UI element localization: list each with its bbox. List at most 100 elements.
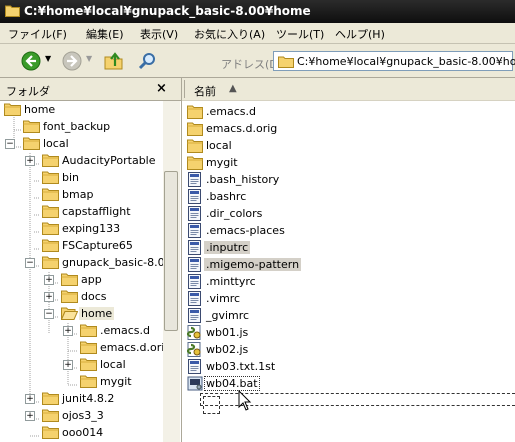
tree-item-label: capstafflight bbox=[62, 205, 131, 218]
menu-tools[interactable]: ツール(T) bbox=[276, 26, 324, 42]
file-icon bbox=[188, 274, 201, 289]
close-icon[interactable]: × bbox=[156, 81, 167, 96]
folder-icon bbox=[61, 307, 78, 320]
file-name: wb04.bat bbox=[204, 376, 260, 391]
folder-icon bbox=[42, 392, 59, 405]
folder-pane-scrollbar[interactable] bbox=[163, 101, 180, 442]
tree-item-label: emacs.d.orig bbox=[100, 341, 163, 354]
file-icon bbox=[188, 206, 201, 221]
tree-item-label: AudacityPortable bbox=[62, 154, 156, 167]
menu-edit[interactable]: 編集(E) bbox=[86, 26, 124, 42]
tree-item-label: bin bbox=[62, 171, 80, 184]
folder-icon bbox=[42, 171, 59, 184]
file-name: wb02.js bbox=[206, 343, 249, 356]
tree-item-label: ojos3_3 bbox=[62, 409, 104, 422]
search-icon[interactable] bbox=[137, 50, 157, 72]
bat-icon bbox=[187, 376, 203, 391]
collapse-icon[interactable]: − bbox=[25, 258, 35, 268]
folder-icon bbox=[187, 156, 203, 170]
menu-file[interactable]: ファイル(F) bbox=[8, 26, 67, 42]
folder-icon bbox=[42, 222, 59, 235]
title-bar: C:¥home¥local¥gnupack_basic-8.00¥home bbox=[0, 0, 515, 23]
collapse-icon[interactable]: − bbox=[44, 309, 54, 319]
file-name: wb03.txt.1st bbox=[206, 360, 276, 373]
expand-icon[interactable]: + bbox=[44, 292, 54, 302]
script-icon bbox=[187, 342, 201, 357]
folder-icon bbox=[187, 122, 203, 136]
menu-bar: ファイル(F) 編集(E) 表示(V) お気に入り(A) ツール(T) ヘルプ(… bbox=[0, 23, 515, 44]
file-icon bbox=[188, 172, 201, 187]
tree-item-label: home bbox=[79, 307, 115, 320]
file-name: local bbox=[206, 139, 232, 152]
window-title: C:¥home¥local¥gnupack_basic-8.00¥home bbox=[24, 4, 311, 18]
file-icon bbox=[188, 223, 201, 238]
menu-view[interactable]: 表示(V) bbox=[140, 26, 178, 42]
drag-outline-icon bbox=[203, 396, 220, 414]
column-header-name[interactable]: 名前 ▲ bbox=[182, 78, 515, 101]
tree-item-label: mygit bbox=[100, 375, 132, 388]
sort-ascending-icon: ▲ bbox=[229, 83, 237, 94]
file-list-pane: 名前 ▲ .emacs.d emacs.d.orig local mygit .bash… bbox=[182, 78, 515, 442]
file-name: .emacs.d bbox=[206, 105, 256, 118]
folder-icon bbox=[80, 375, 97, 388]
menu-help[interactable]: ヘルプ(H) bbox=[335, 26, 385, 42]
file-name: .minttyrc bbox=[206, 275, 256, 288]
folder-icon bbox=[42, 154, 59, 167]
folder-icon bbox=[23, 120, 40, 133]
folder-icon bbox=[80, 341, 97, 354]
expand-icon[interactable]: + bbox=[63, 360, 73, 370]
tree-item-label: .emacs.d bbox=[100, 324, 150, 337]
tree-item-label: home bbox=[24, 103, 56, 116]
address-input[interactable]: C:¥home¥local¥gnupack_basic-8.00¥home bbox=[273, 51, 515, 71]
folder-icon bbox=[42, 188, 59, 201]
file-name: .inputrc bbox=[204, 241, 251, 254]
tree-item-label: FSCapture65 bbox=[62, 239, 133, 252]
expand-icon[interactable]: + bbox=[25, 156, 35, 166]
file-icon bbox=[188, 189, 201, 204]
file-icon bbox=[188, 240, 201, 255]
menu-favorites[interactable]: お気に入り(A) bbox=[194, 26, 265, 42]
folder-pane: フォルダ × home font_backup − local + AudacityPor… bbox=[0, 78, 182, 442]
forward-dropdown-icon[interactable]: ▼ bbox=[86, 54, 92, 76]
file-name: .bashrc bbox=[206, 190, 247, 203]
collapse-icon[interactable]: − bbox=[5, 139, 15, 149]
folder-icon bbox=[80, 324, 97, 337]
back-dropdown-icon[interactable]: ▼ bbox=[45, 54, 51, 76]
tree-lines bbox=[13, 113, 77, 437]
expand-icon[interactable]: + bbox=[63, 326, 73, 336]
toolbar: ▼ ▼ アドレス(D) C:¥home¥local¥gnupack_basic-… bbox=[0, 44, 515, 78]
folder-icon bbox=[42, 239, 59, 252]
forward-icon[interactable] bbox=[62, 50, 82, 72]
folder-icon bbox=[4, 103, 21, 116]
folder-pane-title: フォルダ bbox=[6, 85, 50, 98]
scrollbar-thumb[interactable] bbox=[164, 171, 178, 331]
file-icon bbox=[188, 291, 201, 306]
folder-icon bbox=[187, 139, 203, 153]
folder-icon bbox=[61, 273, 78, 286]
folder-icon bbox=[278, 56, 294, 68]
tree-item-label: ooo014 bbox=[62, 426, 104, 439]
column-name-label: 名前 bbox=[194, 85, 216, 98]
file-icon bbox=[188, 359, 201, 374]
mouse-cursor-icon bbox=[238, 390, 252, 411]
tree-item-label: font_backup bbox=[43, 120, 111, 133]
tree-item-label: junit4.8.2 bbox=[62, 392, 115, 405]
file-name: mygit bbox=[206, 156, 238, 169]
folder-up-icon[interactable] bbox=[104, 50, 124, 72]
tree-item-label: local bbox=[43, 137, 69, 150]
file-name: emacs.d.orig bbox=[206, 122, 278, 135]
tree-item-label: app bbox=[81, 273, 102, 286]
tree-item-label: bmap bbox=[62, 188, 94, 201]
expand-icon[interactable]: + bbox=[25, 394, 35, 404]
back-icon[interactable] bbox=[21, 50, 41, 72]
expand-icon[interactable]: + bbox=[25, 411, 35, 421]
folder-icon bbox=[42, 409, 59, 422]
expand-icon[interactable]: + bbox=[44, 275, 54, 285]
file-name: _gvimrc bbox=[206, 309, 250, 322]
folder-icon bbox=[23, 137, 40, 150]
tree-item-label: docs bbox=[81, 290, 107, 303]
file-icon bbox=[188, 308, 201, 323]
address-value: C:¥home¥local¥gnupack_basic-8.00¥home bbox=[297, 55, 515, 68]
folder-icon bbox=[80, 358, 97, 371]
tree-item-label: exping133 bbox=[62, 222, 121, 235]
